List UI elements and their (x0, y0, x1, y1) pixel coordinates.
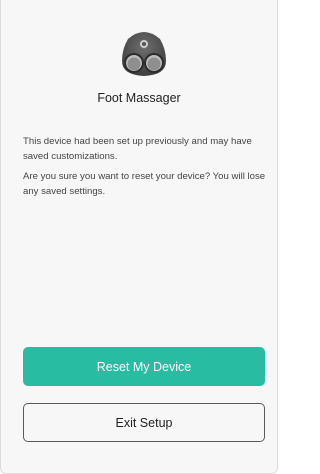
foot-massager-icon (118, 27, 170, 79)
device-name: Foot Massager (97, 91, 181, 105)
reset-device-button[interactable]: Reset My Device (23, 347, 265, 386)
reset-device-screen: Foot Massager This device had been set u… (0, 0, 278, 474)
exit-setup-button[interactable]: Exit Setup (23, 403, 265, 442)
previous-setup-message: This device had been set up previously a… (23, 136, 252, 162)
reset-confirmation-message: Are you sure you want to reset your devi… (23, 171, 266, 197)
